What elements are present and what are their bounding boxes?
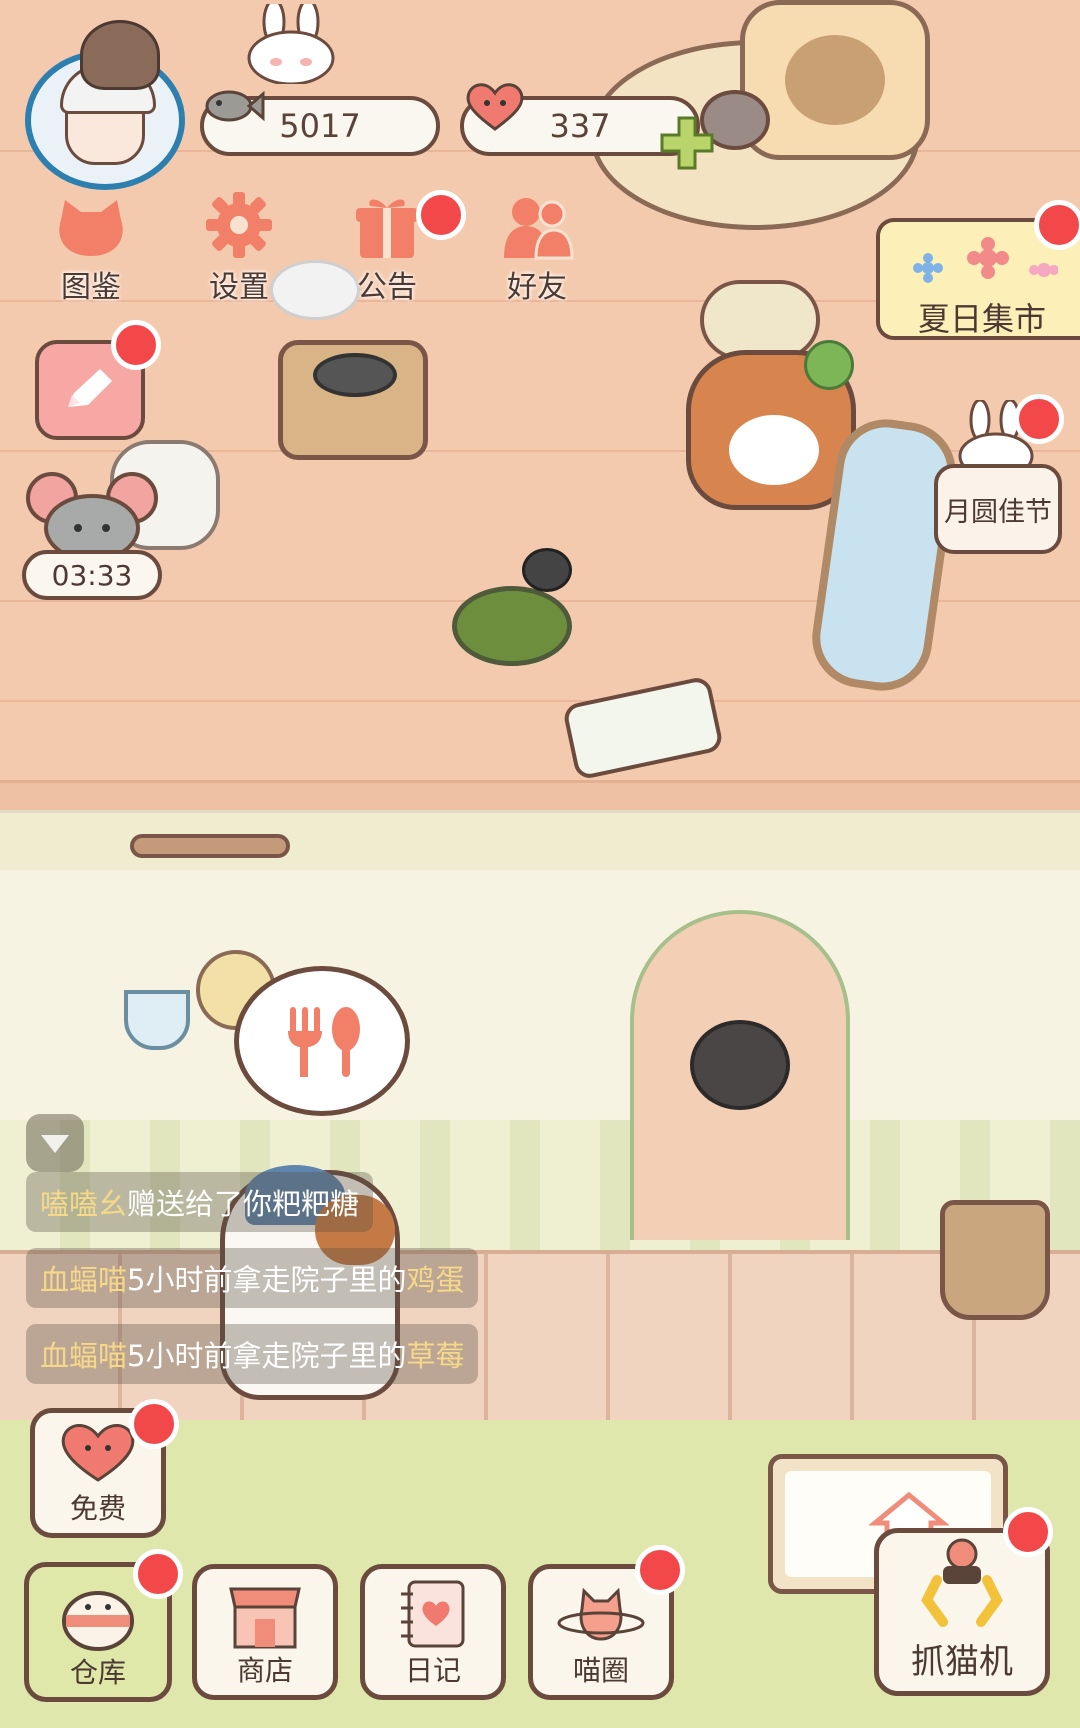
button-label: 商店 [236,1654,293,1687]
notification-badge [1014,394,1064,444]
cat-circle-button[interactable]: 喵圈 [528,1545,685,1700]
menu-label: 好友 [507,270,567,305]
button-label: 日记 [404,1654,461,1687]
toast-cat-decor[interactable] [740,0,930,160]
feed-user: 血蝠喵 [40,1339,128,1373]
event-label: 月圆佳节 [934,464,1062,554]
cat-head-icon [46,196,136,260]
flower-icon [913,237,1058,283]
green-cushion[interactable] [452,586,572,666]
feed-user: 血蝠喵 [40,1263,128,1297]
record-player-stump[interactable] [278,340,428,460]
tree-stump [700,280,820,360]
timer-display: 03:33 [22,550,162,600]
feed-item: 草莓 [406,1339,465,1373]
heart-icon [460,78,530,134]
diary-icon [388,1579,478,1649]
shop-icon [220,1579,310,1649]
fish-icon [198,78,268,134]
feed-message: 血蝠喵 5小时前拿走院子里的 草莓 [26,1324,479,1384]
event-label: 夏日集市 [918,300,1047,338]
bunny-decor [236,0,346,86]
utensil-rack [130,834,290,858]
notification-badge [133,1549,183,1599]
menu-settings-button[interactable]: 设置 [184,192,294,306]
button-label: 喵圈 [572,1654,629,1687]
avatar-hat [80,20,160,90]
feed-text: 5小时前拿走院子里的 [127,1263,407,1297]
notification-badge [111,320,161,370]
button-label: 仓库 [69,1656,126,1689]
chevron-down-icon [41,1135,69,1153]
feed-item: 鸡蛋 [406,1263,465,1297]
feed-message: 血蝠喵 5小时前拿走院子里的 鸡蛋 [26,1248,479,1308]
notification-badge [416,190,466,240]
plus-icon [660,116,714,170]
button-label: 免费 [69,1492,126,1525]
hanging-ladle [124,990,190,1050]
mouse-icon [26,472,158,560]
menu-label: 图鉴 [61,270,121,305]
feed-message: 嗑嗑幺 赠送给了你粑粑糖 [26,1172,374,1232]
mouse-timer-widget[interactable]: 03:33 [22,470,162,600]
milk-bottle[interactable] [561,675,725,781]
menu-friends-button[interactable]: 好友 [482,196,592,306]
feed-toggle-button[interactable] [26,1114,84,1172]
storage-jar-icon [53,1581,143,1651]
notification-badge [129,1399,179,1449]
notification-badge [1003,1507,1053,1557]
gear-icon [194,190,284,260]
player-avatar-group[interactable] [20,20,210,190]
pencil-icon [68,369,112,407]
feed-text: 赠送给了你粑粑糖 [127,1187,360,1221]
notification-badge [635,1545,685,1595]
floor-edge [0,780,1080,810]
sign-in-calendar-button[interactable] [35,320,161,440]
shop-button[interactable]: 商店 [192,1564,338,1700]
free-hearts-button[interactable]: 免费 [30,1399,179,1538]
feed-text: 5小时前拿走院子里的 [127,1339,407,1373]
friends-icon [492,194,582,260]
coin-value: 5017 [279,107,361,145]
claw-icon [921,1538,1003,1627]
add-hearts-button[interactable] [656,112,718,174]
menu-collection-button[interactable]: 图鉴 [36,196,146,306]
coin-counter: 5017 [200,90,440,156]
food-request-bubble[interactable] [234,966,410,1116]
bird-wind-chime[interactable] [690,1020,790,1110]
fork-spoon-icon [288,1007,360,1077]
cat-planet-icon [556,1579,646,1649]
notification-badge [1034,200,1080,250]
wooden-bucket[interactable] [940,1200,1050,1320]
mid-autumn-event-button[interactable]: 月圆佳节 [932,394,1064,560]
menu-label: 公告 [357,270,417,305]
summer-market-event-button[interactable]: 夏日集市 [876,200,1080,340]
clover-icon [804,340,854,390]
menu-announcement-button[interactable]: 公告 [332,190,466,306]
menu-label: 设置 [209,270,269,305]
heart-value: 337 [549,107,611,145]
button-label: 抓猫机 [911,1642,1013,1682]
black-kitten[interactable] [522,548,572,592]
floor-plank-line [0,700,1080,702]
feed-user: 嗑嗑幺 [40,1187,128,1221]
claw-machine-button[interactable]: 抓猫机 [874,1507,1053,1696]
diary-button[interactable]: 日记 [360,1564,506,1700]
warehouse-button[interactable]: 仓库 [24,1549,183,1702]
